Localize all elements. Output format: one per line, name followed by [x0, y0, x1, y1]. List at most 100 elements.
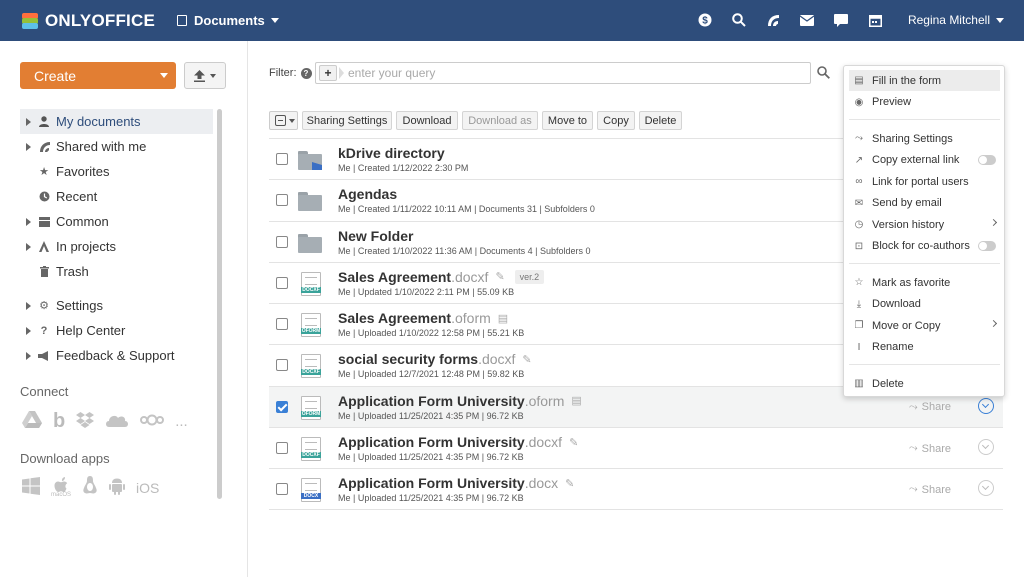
- more-services[interactable]: ...: [175, 413, 188, 430]
- move-to-button[interactable]: Move to: [542, 111, 593, 130]
- row-checkbox[interactable]: [276, 153, 288, 165]
- dropbox-icon[interactable]: [76, 411, 95, 432]
- row-checkbox[interactable]: [276, 318, 288, 331]
- menu-item-fill-in-the-form[interactable]: ▤ Fill in the form: [849, 70, 1000, 91]
- row-checkbox[interactable]: [276, 276, 288, 289]
- download-button[interactable]: Download: [396, 111, 458, 130]
- nextcloud-icon[interactable]: [140, 413, 165, 430]
- sidebar-item-trash[interactable]: Trash: [20, 259, 213, 284]
- file-row[interactable]: DOCX Application Form University .docx ✎ Me …: [269, 468, 1003, 510]
- sidebar-scrollbar[interactable]: [217, 109, 222, 499]
- chevron-down-icon: [289, 118, 295, 123]
- file-title[interactable]: Application Form University .docx ✎: [338, 475, 574, 491]
- search-input[interactable]: [348, 66, 788, 80]
- sharing-settings-button[interactable]: Sharing Settings: [302, 111, 392, 130]
- sidebar-item-my-documents[interactable]: My documents: [20, 109, 213, 134]
- menu-item-move-or-copy[interactable]: ❐ Move or Copy: [849, 315, 1000, 336]
- share-button[interactable]: ⤳ Share: [909, 483, 951, 496]
- download-as-button[interactable]: Download as: [462, 111, 538, 130]
- file-title[interactable]: kDrive directory: [338, 145, 445, 161]
- version-badge[interactable]: ver.2: [514, 269, 545, 284]
- chat-icon[interactable]: [832, 11, 850, 29]
- user-menu[interactable]: Regina Mitchell: [908, 13, 1004, 27]
- logo[interactable]: ONLYOFFICE: [20, 11, 155, 31]
- feed-icon[interactable]: [764, 11, 782, 29]
- ios-link[interactable]: iOS: [136, 480, 159, 496]
- edit-pencil-icon[interactable]: ✎: [522, 353, 531, 366]
- search-icon[interactable]: [817, 66, 830, 82]
- expand-icon[interactable]: [26, 117, 31, 126]
- menu-item-version-history[interactable]: ◷ Version history: [849, 214, 1000, 235]
- sidebar-item-feedback[interactable]: Feedback & Support: [20, 343, 213, 368]
- share-button[interactable]: ⤳ Share: [909, 401, 951, 414]
- expand-icon[interactable]: [26, 142, 31, 151]
- search-icon[interactable]: [730, 11, 748, 29]
- file-title[interactable]: social security forms .docxf ✎: [338, 351, 532, 367]
- sidebar-item-favorites[interactable]: ★ Favorites: [20, 159, 213, 184]
- sidebar-item-common[interactable]: Common: [20, 209, 213, 234]
- file-title[interactable]: Application Form University .oform ▤: [338, 393, 582, 409]
- linux-icon[interactable]: [82, 476, 98, 499]
- menu-item-block-for-co-authors[interactable]: ⊡ Block for co-authors: [849, 236, 1000, 257]
- select-all-checkbox[interactable]: [275, 115, 286, 126]
- sidebar-item-settings[interactable]: ⚙ Settings: [20, 293, 213, 318]
- sidebar-item-recent[interactable]: Recent: [20, 184, 213, 209]
- file-title[interactable]: Application Form University .docxf ✎: [338, 434, 578, 450]
- file-title[interactable]: Sales Agreement .docxf ✎ ver.2: [338, 269, 545, 285]
- edit-pencil-icon[interactable]: ✎: [565, 477, 574, 490]
- onedrive-icon[interactable]: [105, 413, 129, 431]
- expand-icon[interactable]: [26, 217, 31, 226]
- box-icon[interactable]: b: [53, 410, 65, 433]
- sidebar-item-help-center[interactable]: ? Help Center: [20, 318, 213, 343]
- macos-icon[interactable]: macOS: [51, 477, 71, 498]
- upload-button[interactable]: [184, 62, 226, 89]
- expand-icon[interactable]: [26, 326, 31, 335]
- row-menu-button[interactable]: [978, 439, 994, 456]
- help-icon[interactable]: ?: [300, 67, 312, 79]
- row-checkbox[interactable]: [276, 400, 288, 413]
- expand-icon[interactable]: [26, 351, 31, 360]
- menu-item-mark-as-favorite[interactable]: ☆ Mark as favorite: [849, 272, 1000, 293]
- menu-item-preview[interactable]: ◉ Preview: [849, 92, 1000, 113]
- file-row[interactable]: DOCXF Application Form University .docxf ✎ M…: [269, 427, 1003, 468]
- add-filter-button[interactable]: +: [319, 65, 337, 81]
- share-button[interactable]: ⤳ Share: [909, 442, 951, 455]
- file-title[interactable]: Agendas: [338, 186, 397, 202]
- row-checkbox[interactable]: [276, 359, 288, 372]
- edit-pencil-icon[interactable]: ✎: [495, 270, 504, 283]
- select-all-dropdown[interactable]: [269, 111, 298, 130]
- mail-icon[interactable]: [798, 11, 816, 29]
- row-checkbox[interactable]: [276, 442, 288, 455]
- windows-icon[interactable]: [22, 476, 40, 499]
- calendar-icon[interactable]: [866, 11, 884, 29]
- create-button[interactable]: Create: [20, 62, 176, 89]
- toggle-switch[interactable]: [978, 240, 996, 251]
- menu-item-sharing-settings[interactable]: ⤳ Sharing Settings: [849, 128, 1000, 149]
- menu-item-copy-external-link[interactable]: ↗ Copy external link: [849, 150, 1000, 171]
- module-switcher[interactable]: Documents: [177, 13, 279, 28]
- delete-button[interactable]: Delete: [639, 111, 682, 130]
- lock-icon: ⊡: [854, 240, 864, 252]
- menu-item-delete[interactable]: ▥ Delete: [849, 373, 1000, 394]
- android-icon[interactable]: [109, 477, 126, 499]
- row-checkbox[interactable]: [276, 483, 288, 496]
- file-title[interactable]: New Folder: [338, 228, 413, 244]
- sidebar-item-in-projects[interactable]: In projects: [20, 234, 213, 259]
- menu-item-download[interactable]: ⤓ Download: [849, 294, 1000, 315]
- row-menu-button[interactable]: [978, 480, 994, 497]
- payments-icon[interactable]: $: [696, 11, 714, 29]
- edit-pencil-icon[interactable]: ✎: [569, 436, 578, 449]
- toggle-switch[interactable]: [978, 154, 996, 165]
- menu-item-send-by-email[interactable]: ✉ Send by email: [849, 193, 1000, 214]
- menu-item-rename[interactable]: I Rename: [849, 337, 1000, 358]
- copy-button[interactable]: Copy: [597, 111, 635, 130]
- google-drive-icon[interactable]: [22, 411, 42, 432]
- expand-icon[interactable]: [26, 301, 31, 310]
- expand-icon[interactable]: [26, 242, 31, 251]
- menu-item-link-for-portal-users[interactable]: ∞ Link for portal users: [849, 171, 1000, 192]
- row-checkbox[interactable]: [276, 235, 288, 248]
- file-title[interactable]: Sales Agreement .oform ▤: [338, 310, 508, 326]
- row-checkbox[interactable]: [276, 194, 288, 207]
- sidebar-item-shared-with-me[interactable]: Shared with me: [20, 134, 213, 159]
- row-menu-button[interactable]: [978, 397, 994, 414]
